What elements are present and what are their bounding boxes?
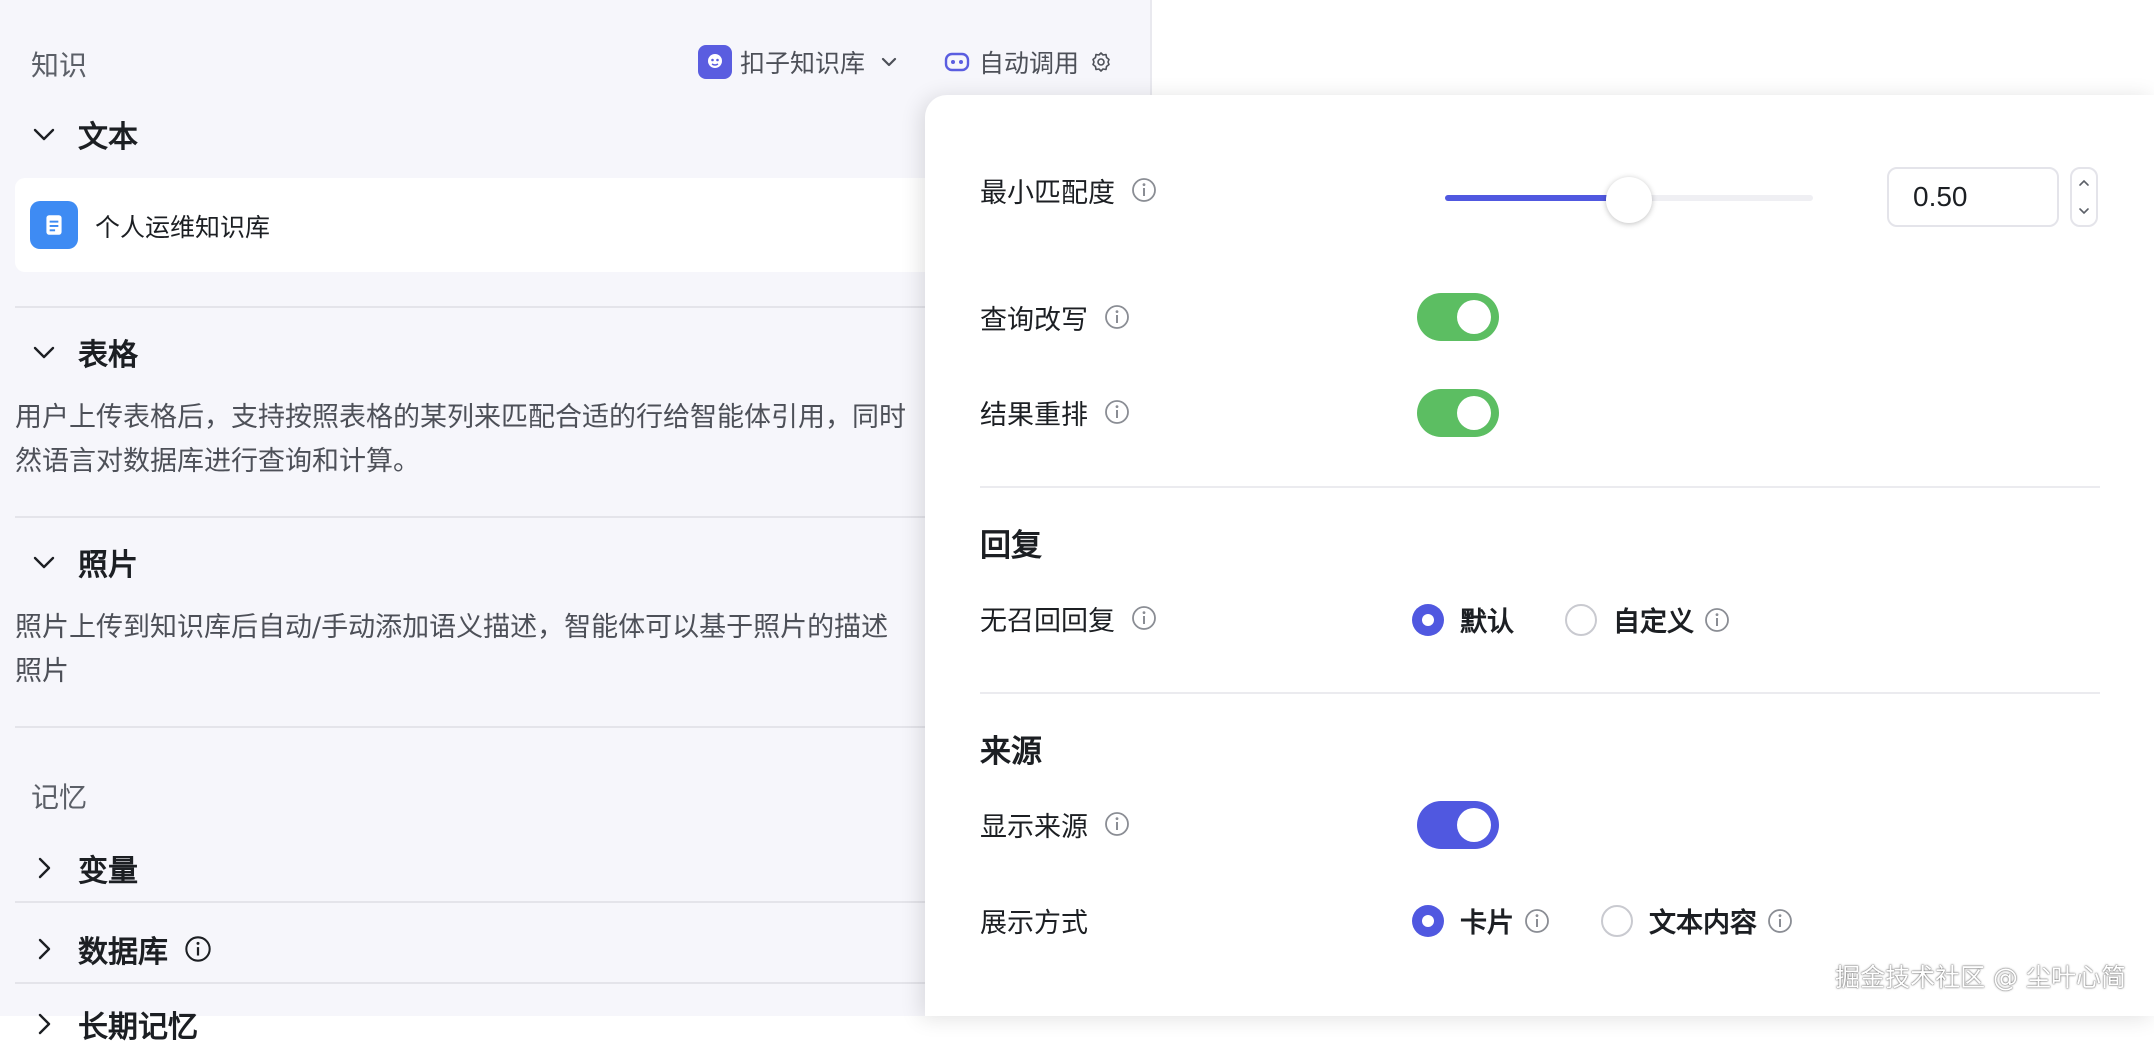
divider <box>980 486 2100 488</box>
chevron-down-icon[interactable] <box>879 52 899 72</box>
chevron-down-icon <box>33 556 55 569</box>
display-text-option[interactable]: 文本内容 <box>1601 901 1793 940</box>
radio-unselected[interactable] <box>1601 904 1633 937</box>
info-icon[interactable] <box>1767 908 1793 934</box>
memory-section-label: 记忆 <box>31 781 88 814</box>
gear-icon[interactable] <box>1089 50 1113 74</box>
query-rewrite-label: 查询改写 <box>980 304 1088 336</box>
source-heading: 来源 <box>980 734 1042 770</box>
variables-group-title: 变量 <box>78 854 138 889</box>
reply-custom-label: 自定义 <box>1613 607 1694 638</box>
info-icon[interactable] <box>1704 607 1730 633</box>
min-match-input[interactable] <box>1887 167 2059 227</box>
database-group-title: 数据库 <box>78 935 168 970</box>
radio-unselected[interactable] <box>1565 603 1597 636</box>
show-source-label: 显示来源 <box>980 811 1088 843</box>
query-rewrite-row: 查询改写 <box>980 297 1130 337</box>
knowledge-header-actions: 扣子知识库 自动调用 <box>698 42 1113 82</box>
knowledge-base-name: 个人运维知识库 <box>95 213 271 242</box>
chevron-down-icon[interactable] <box>2077 204 2091 218</box>
coze-kb-logo-icon[interactable] <box>698 45 732 79</box>
show-source-toggle[interactable] <box>1417 801 1499 849</box>
display-text-label: 文本内容 <box>1649 908 1757 939</box>
reply-heading: 回复 <box>980 528 1042 564</box>
min-match-row: 最小匹配度 <box>980 170 1157 210</box>
chevron-right-icon <box>38 857 51 879</box>
toggle-knob <box>1457 300 1491 334</box>
chevron-up-icon[interactable] <box>2077 176 2091 190</box>
long-term-memory-group-title: 长期记忆 <box>78 1010 198 1045</box>
chevron-right-icon <box>38 938 51 960</box>
info-icon[interactable] <box>1131 177 1157 203</box>
info-icon[interactable] <box>1104 399 1130 425</box>
min-match-slider-thumb[interactable] <box>1606 177 1652 223</box>
display-card-label: 卡片 <box>1460 908 1514 939</box>
show-source-row: 显示来源 <box>980 804 1130 844</box>
chevron-right-icon <box>38 1013 51 1035</box>
radio-selected[interactable] <box>1412 904 1444 937</box>
min-match-label: 最小匹配度 <box>980 177 1115 209</box>
robot-icon <box>944 52 970 72</box>
toggle-knob <box>1457 808 1491 842</box>
result-rerank-label: 结果重排 <box>980 399 1088 431</box>
info-icon[interactable] <box>1104 811 1130 837</box>
document-icon <box>30 201 78 249</box>
divider <box>980 692 2100 694</box>
chevron-down-icon <box>33 128 55 141</box>
radio-selected[interactable] <box>1412 603 1444 636</box>
chevron-down-icon <box>33 346 55 359</box>
retrieval-settings-popup: 最小匹配度 查询改写 结果重排 回复 无召回回复 默认 自定义 来源 显示来 <box>925 95 2154 1016</box>
result-rerank-row: 结果重排 <box>980 392 1130 432</box>
reply-default-label: 默认 <box>1460 607 1514 638</box>
toggle-knob <box>1457 396 1491 430</box>
display-mode-row: 展示方式 <box>980 900 1088 940</box>
variables-group-header[interactable]: 变量 <box>30 846 138 890</box>
long-term-memory-group-header[interactable]: 长期记忆 <box>30 1002 198 1046</box>
no-recall-reply-row: 无召回回复 <box>980 598 1157 638</box>
info-icon[interactable] <box>1131 605 1157 631</box>
auto-call-label[interactable]: 自动调用 <box>979 44 1079 80</box>
text-group-title: 文本 <box>78 120 138 155</box>
no-recall-reply-label: 无召回回复 <box>980 605 1115 637</box>
table-group-header[interactable]: 表格 <box>30 330 138 374</box>
photo-group-header[interactable]: 照片 <box>30 540 138 584</box>
table-group-title: 表格 <box>78 338 138 373</box>
result-rerank-toggle[interactable] <box>1417 389 1499 437</box>
database-group-header[interactable]: 数据库 <box>30 927 212 971</box>
info-icon[interactable] <box>184 935 212 963</box>
display-card-option[interactable]: 卡片 <box>1412 901 1550 940</box>
reply-custom-option[interactable]: 自定义 <box>1565 600 1730 639</box>
min-match-slider-fill <box>1445 195 1629 201</box>
display-mode-label: 展示方式 <box>980 907 1088 939</box>
knowledge-section-label: 知识 <box>31 49 88 82</box>
info-icon[interactable] <box>1104 304 1130 330</box>
text-group-header[interactable]: 文本 <box>30 112 138 156</box>
query-rewrite-toggle[interactable] <box>1417 293 1499 341</box>
reply-default-option[interactable]: 默认 <box>1412 600 1514 639</box>
min-match-stepper[interactable] <box>2070 167 2098 227</box>
info-icon[interactable] <box>1524 908 1550 934</box>
watermark: 掘金技术社区 @ 尘叶心简 <box>1835 963 2126 992</box>
photo-group-title: 照片 <box>78 548 138 583</box>
kb-selector-button[interactable]: 扣子知识库 <box>740 44 865 80</box>
